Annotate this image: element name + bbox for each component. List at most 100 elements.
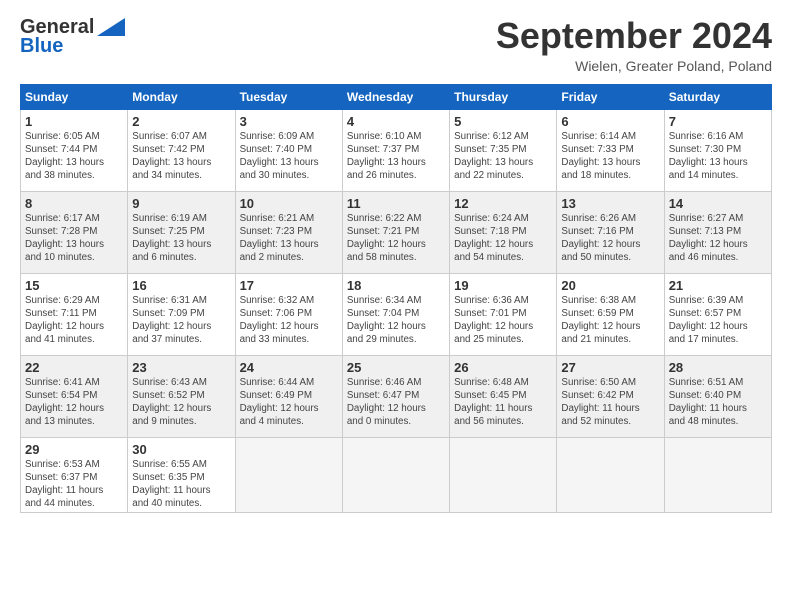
- table-row: 24Sunrise: 6:44 AM Sunset: 6:49 PM Dayli…: [235, 355, 342, 437]
- table-row: 8Sunrise: 6:17 AM Sunset: 7:28 PM Daylig…: [21, 191, 128, 273]
- table-row: 11Sunrise: 6:22 AM Sunset: 7:21 PM Dayli…: [342, 191, 449, 273]
- table-row: 28Sunrise: 6:51 AM Sunset: 6:40 PM Dayli…: [664, 355, 771, 437]
- calendar-week-row: 15Sunrise: 6:29 AM Sunset: 7:11 PM Dayli…: [21, 273, 772, 355]
- calendar-week-row: 22Sunrise: 6:41 AM Sunset: 6:54 PM Dayli…: [21, 355, 772, 437]
- day-info: Sunrise: 6:31 AM Sunset: 7:09 PM Dayligh…: [132, 294, 230, 347]
- col-sunday: Sunday: [21, 84, 128, 109]
- table-row: 29Sunrise: 6:53 AM Sunset: 6:37 PM Dayli…: [21, 437, 128, 513]
- day-number: 15: [25, 278, 123, 293]
- table-row: 26Sunrise: 6:48 AM Sunset: 6:45 PM Dayli…: [450, 355, 557, 437]
- table-row: [664, 437, 771, 513]
- table-row: [235, 437, 342, 513]
- day-number: 5: [454, 114, 552, 129]
- month-title: September 2024: [496, 16, 772, 56]
- location: Wielen, Greater Poland, Poland: [496, 58, 772, 74]
- day-number: 2: [132, 114, 230, 129]
- day-info: Sunrise: 6:26 AM Sunset: 7:16 PM Dayligh…: [561, 212, 659, 265]
- calendar-header-row: Sunday Monday Tuesday Wednesday Thursday…: [21, 84, 772, 109]
- day-number: 6: [561, 114, 659, 129]
- table-row: 23Sunrise: 6:43 AM Sunset: 6:52 PM Dayli…: [128, 355, 235, 437]
- day-info: Sunrise: 6:10 AM Sunset: 7:37 PM Dayligh…: [347, 130, 445, 183]
- col-friday: Friday: [557, 84, 664, 109]
- table-row: 19Sunrise: 6:36 AM Sunset: 7:01 PM Dayli…: [450, 273, 557, 355]
- table-row: 2Sunrise: 6:07 AM Sunset: 7:42 PM Daylig…: [128, 109, 235, 191]
- table-row: 22Sunrise: 6:41 AM Sunset: 6:54 PM Dayli…: [21, 355, 128, 437]
- day-info: Sunrise: 6:27 AM Sunset: 7:13 PM Dayligh…: [669, 212, 767, 265]
- calendar-table: Sunday Monday Tuesday Wednesday Thursday…: [20, 84, 772, 514]
- logo-blue-text: Blue: [20, 35, 63, 58]
- header: General Blue September 2024 Wielen, Grea…: [20, 16, 772, 74]
- day-number: 21: [669, 278, 767, 293]
- day-number: 29: [25, 442, 123, 457]
- calendar-week-row: 29Sunrise: 6:53 AM Sunset: 6:37 PM Dayli…: [21, 437, 772, 513]
- logo: General Blue: [20, 16, 125, 58]
- day-number: 19: [454, 278, 552, 293]
- table-row: [450, 437, 557, 513]
- day-info: Sunrise: 6:16 AM Sunset: 7:30 PM Dayligh…: [669, 130, 767, 183]
- day-info: Sunrise: 6:50 AM Sunset: 6:42 PM Dayligh…: [561, 376, 659, 429]
- day-number: 12: [454, 196, 552, 211]
- day-number: 24: [240, 360, 338, 375]
- day-info: Sunrise: 6:17 AM Sunset: 7:28 PM Dayligh…: [25, 212, 123, 265]
- day-info: Sunrise: 6:05 AM Sunset: 7:44 PM Dayligh…: [25, 130, 123, 183]
- table-row: 10Sunrise: 6:21 AM Sunset: 7:23 PM Dayli…: [235, 191, 342, 273]
- day-info: Sunrise: 6:24 AM Sunset: 7:18 PM Dayligh…: [454, 212, 552, 265]
- day-info: Sunrise: 6:32 AM Sunset: 7:06 PM Dayligh…: [240, 294, 338, 347]
- title-area: September 2024 Wielen, Greater Poland, P…: [496, 16, 772, 74]
- col-thursday: Thursday: [450, 84, 557, 109]
- day-info: Sunrise: 6:39 AM Sunset: 6:57 PM Dayligh…: [669, 294, 767, 347]
- day-number: 23: [132, 360, 230, 375]
- day-info: Sunrise: 6:53 AM Sunset: 6:37 PM Dayligh…: [25, 458, 123, 511]
- col-monday: Monday: [128, 84, 235, 109]
- day-number: 25: [347, 360, 445, 375]
- table-row: 5Sunrise: 6:12 AM Sunset: 7:35 PM Daylig…: [450, 109, 557, 191]
- day-number: 14: [669, 196, 767, 211]
- day-info: Sunrise: 6:21 AM Sunset: 7:23 PM Dayligh…: [240, 212, 338, 265]
- day-number: 26: [454, 360, 552, 375]
- table-row: 3Sunrise: 6:09 AM Sunset: 7:40 PM Daylig…: [235, 109, 342, 191]
- day-info: Sunrise: 6:55 AM Sunset: 6:35 PM Dayligh…: [132, 458, 230, 511]
- table-row: 18Sunrise: 6:34 AM Sunset: 7:04 PM Dayli…: [342, 273, 449, 355]
- day-number: 28: [669, 360, 767, 375]
- day-info: Sunrise: 6:22 AM Sunset: 7:21 PM Dayligh…: [347, 212, 445, 265]
- table-row: [342, 437, 449, 513]
- logo-icon: [97, 18, 125, 36]
- table-row: 16Sunrise: 6:31 AM Sunset: 7:09 PM Dayli…: [128, 273, 235, 355]
- day-info: Sunrise: 6:14 AM Sunset: 7:33 PM Dayligh…: [561, 130, 659, 183]
- day-number: 16: [132, 278, 230, 293]
- day-number: 1: [25, 114, 123, 129]
- day-info: Sunrise: 6:44 AM Sunset: 6:49 PM Dayligh…: [240, 376, 338, 429]
- table-row: 30Sunrise: 6:55 AM Sunset: 6:35 PM Dayli…: [128, 437, 235, 513]
- day-number: 11: [347, 196, 445, 211]
- day-info: Sunrise: 6:51 AM Sunset: 6:40 PM Dayligh…: [669, 376, 767, 429]
- table-row: 13Sunrise: 6:26 AM Sunset: 7:16 PM Dayli…: [557, 191, 664, 273]
- day-info: Sunrise: 6:36 AM Sunset: 7:01 PM Dayligh…: [454, 294, 552, 347]
- day-number: 18: [347, 278, 445, 293]
- table-row: 14Sunrise: 6:27 AM Sunset: 7:13 PM Dayli…: [664, 191, 771, 273]
- table-row: 17Sunrise: 6:32 AM Sunset: 7:06 PM Dayli…: [235, 273, 342, 355]
- day-info: Sunrise: 6:43 AM Sunset: 6:52 PM Dayligh…: [132, 376, 230, 429]
- day-info: Sunrise: 6:41 AM Sunset: 6:54 PM Dayligh…: [25, 376, 123, 429]
- day-number: 22: [25, 360, 123, 375]
- table-row: [557, 437, 664, 513]
- col-tuesday: Tuesday: [235, 84, 342, 109]
- day-number: 4: [347, 114, 445, 129]
- col-saturday: Saturday: [664, 84, 771, 109]
- day-info: Sunrise: 6:29 AM Sunset: 7:11 PM Dayligh…: [25, 294, 123, 347]
- calendar-week-row: 1Sunrise: 6:05 AM Sunset: 7:44 PM Daylig…: [21, 109, 772, 191]
- day-info: Sunrise: 6:34 AM Sunset: 7:04 PM Dayligh…: [347, 294, 445, 347]
- day-info: Sunrise: 6:12 AM Sunset: 7:35 PM Dayligh…: [454, 130, 552, 183]
- table-row: 27Sunrise: 6:50 AM Sunset: 6:42 PM Dayli…: [557, 355, 664, 437]
- day-number: 20: [561, 278, 659, 293]
- day-number: 17: [240, 278, 338, 293]
- table-row: 12Sunrise: 6:24 AM Sunset: 7:18 PM Dayli…: [450, 191, 557, 273]
- table-row: 4Sunrise: 6:10 AM Sunset: 7:37 PM Daylig…: [342, 109, 449, 191]
- table-row: 1Sunrise: 6:05 AM Sunset: 7:44 PM Daylig…: [21, 109, 128, 191]
- table-row: 9Sunrise: 6:19 AM Sunset: 7:25 PM Daylig…: [128, 191, 235, 273]
- day-info: Sunrise: 6:19 AM Sunset: 7:25 PM Dayligh…: [132, 212, 230, 265]
- day-number: 7: [669, 114, 767, 129]
- day-number: 10: [240, 196, 338, 211]
- table-row: 15Sunrise: 6:29 AM Sunset: 7:11 PM Dayli…: [21, 273, 128, 355]
- day-info: Sunrise: 6:09 AM Sunset: 7:40 PM Dayligh…: [240, 130, 338, 183]
- table-row: 20Sunrise: 6:38 AM Sunset: 6:59 PM Dayli…: [557, 273, 664, 355]
